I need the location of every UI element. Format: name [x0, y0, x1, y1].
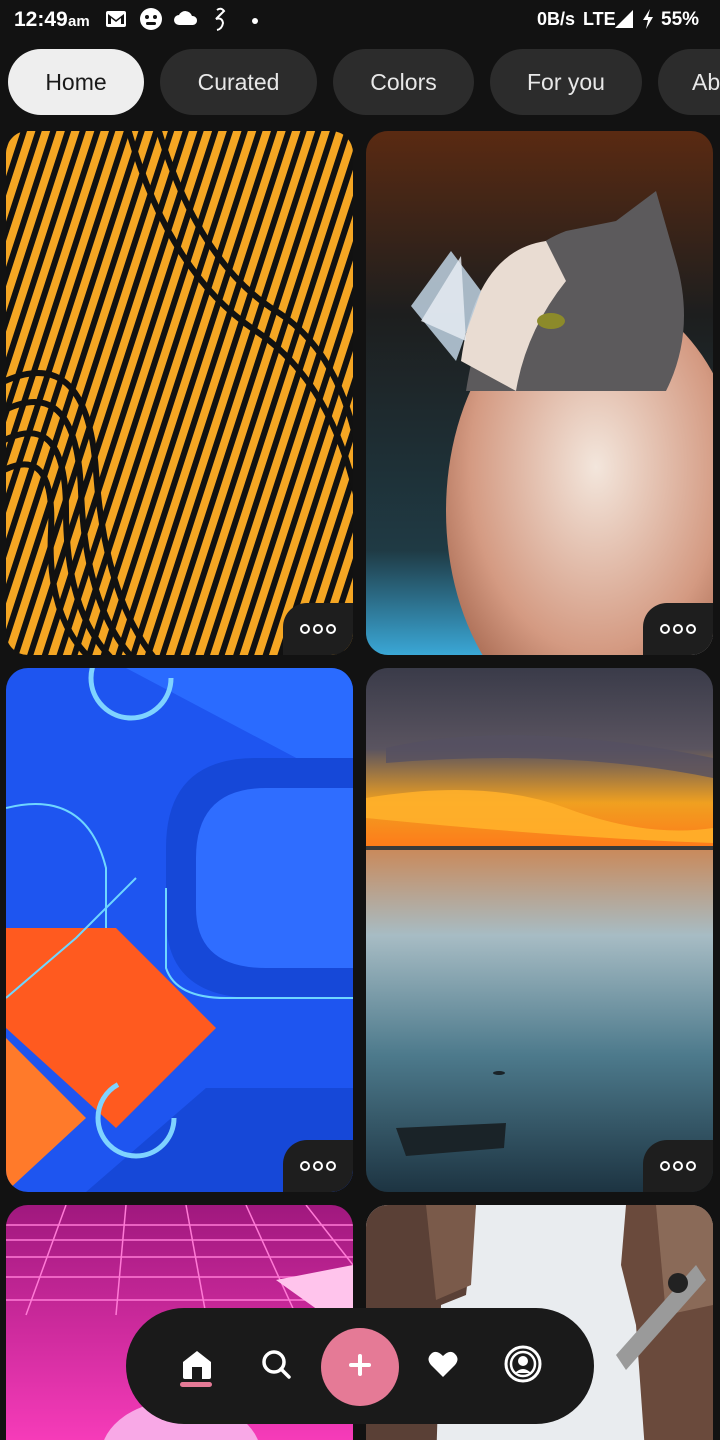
- more-options-button[interactable]: [643, 603, 713, 655]
- battery-level: 55%: [661, 9, 700, 30]
- wallpaper-card-blue-geometric[interactable]: [6, 668, 353, 1192]
- dot-icon: [250, 13, 260, 24]
- home-active-indicator: [180, 1382, 212, 1387]
- category-chips: Home Curated Colors For you Ab: [0, 48, 720, 116]
- orange-waves-image: [6, 131, 353, 655]
- heart-icon: [427, 1349, 459, 1384]
- chip-for-you[interactable]: For you: [490, 49, 642, 115]
- status-ampm: am: [68, 13, 90, 30]
- status-bar: 12:49 am 0B/s LTE 55%: [0, 0, 720, 38]
- wallpaper-card-sunset-lake[interactable]: [366, 668, 713, 1192]
- bottom-navigation: [126, 1308, 594, 1424]
- nav-search[interactable]: [248, 1338, 304, 1394]
- status-time: 12:49: [14, 8, 68, 31]
- home-icon: [180, 1347, 214, 1386]
- blue-geometric-image: [6, 668, 353, 1192]
- signal-icon: [613, 8, 637, 32]
- more-options-button[interactable]: [283, 603, 353, 655]
- chip-curated[interactable]: Curated: [160, 49, 317, 115]
- wallpaper-card-orange-waves[interactable]: [6, 131, 353, 655]
- add-icon: [347, 1352, 373, 1383]
- more-options-button[interactable]: [283, 1140, 353, 1192]
- search-icon: [260, 1348, 292, 1385]
- chip-home[interactable]: Home: [8, 49, 144, 115]
- add-button[interactable]: [321, 1328, 399, 1406]
- gmail-icon: [104, 7, 128, 31]
- clipboard-icon: [209, 7, 233, 31]
- cloud-icon: [173, 7, 198, 31]
- wallpaper-card-cat[interactable]: [366, 131, 713, 655]
- sunset-lake-image: [366, 668, 713, 1192]
- profile-icon: [504, 1345, 542, 1388]
- emoji-icon: [139, 7, 163, 31]
- nav-favorites[interactable]: [415, 1338, 471, 1394]
- data-rate: 0B/s: [537, 9, 576, 29]
- charging-icon: [640, 8, 656, 32]
- nav-profile[interactable]: [495, 1338, 551, 1394]
- cat-image: [366, 131, 713, 655]
- network-type: LTE: [583, 9, 616, 29]
- more-options-button[interactable]: [643, 1140, 713, 1192]
- chip-about[interactable]: Ab: [658, 49, 720, 115]
- chip-colors[interactable]: Colors: [333, 49, 474, 115]
